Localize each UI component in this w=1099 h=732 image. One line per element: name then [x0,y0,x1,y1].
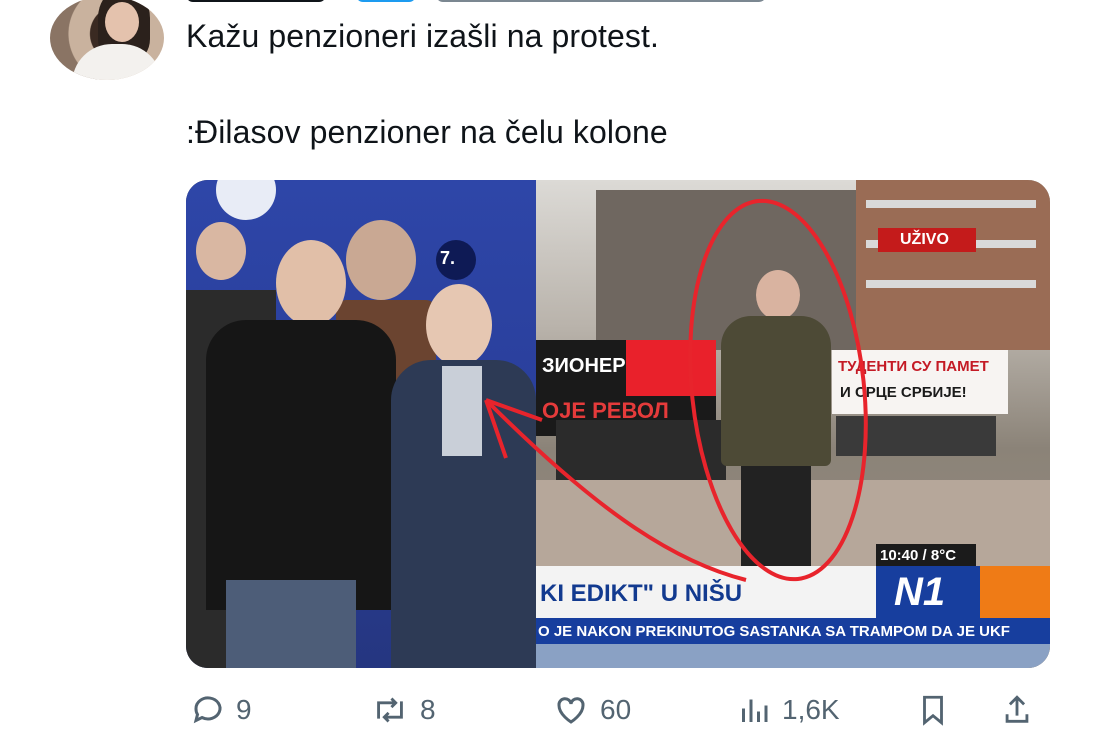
views-bar-chart-icon [742,699,768,722]
annotation-drawing [484,198,868,582]
author-handle-cropped[interactable] [436,0,766,2]
share-button[interactable] [1000,688,1034,732]
views-count: 1,6K [782,694,840,725]
bookmark-button[interactable] [916,688,950,732]
author-name-cropped[interactable] [186,0,326,2]
views-button[interactable]: 1,6K [736,688,840,732]
annotation-circle [688,198,868,582]
tweet-header [186,0,836,2]
heart-icon [557,697,585,724]
tweet-action-bar: 9 8 60 1,6K [0,688,1099,732]
avatar[interactable] [50,0,164,80]
repost-button[interactable]: 8 [370,688,436,732]
repost-count: 8 [420,694,436,725]
bookmark-icon [923,695,943,726]
repost-icon [377,697,403,723]
share-icon [1005,695,1029,723]
reply-button[interactable]: 9 [190,688,252,732]
annotation-arrow [484,398,747,582]
tweet-text-line-2: :Đilasov penzioner na čelu kolone [186,114,668,150]
tweet-media-image[interactable]: 7. ЗИОНЕРИ ОЈЕ РЕВОЛ ТУДЕНТИ СУ ПАМЕТ И … [186,180,1050,668]
tweet-text-line-1: Kažu penzioneri izašli na protest. [186,18,659,54]
like-button[interactable]: 60 [552,688,631,732]
reply-count: 9 [236,694,252,725]
like-count: 60 [600,694,632,725]
verified-badge-cropped [356,0,416,2]
reply-icon [193,696,222,724]
